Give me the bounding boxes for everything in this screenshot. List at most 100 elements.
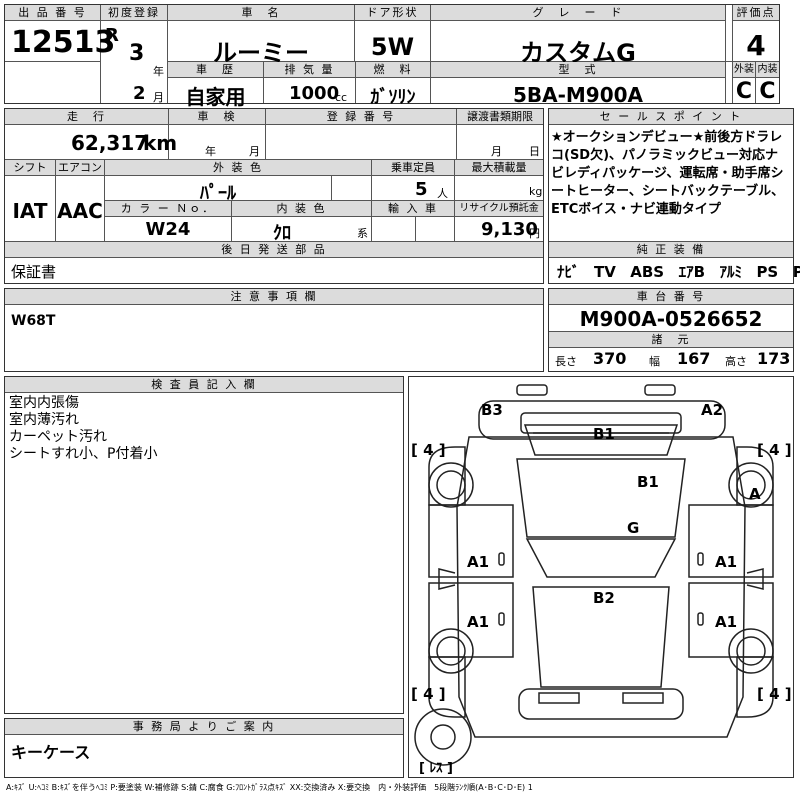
equipment-abs: ABS	[630, 263, 665, 281]
fuel-header: 燃 料	[356, 62, 430, 78]
int-color-header: 内 装 色	[232, 201, 371, 217]
inspection-header: 車 検	[169, 109, 265, 125]
damage-mark-a1-left-rear-door: A1	[467, 613, 490, 631]
max-load-unit: kg	[529, 185, 543, 198]
capacity-header: 乗車定員	[372, 160, 454, 176]
first-reg-header: 初度登録	[101, 5, 167, 21]
notes-text: W68T	[11, 313, 56, 329]
capacity-value: 5	[415, 179, 428, 200]
notes-header: 注 意 事 項 欄	[5, 289, 543, 305]
equipment-alloy: ｱﾙﾐ	[719, 263, 742, 281]
score-header: 評価点	[733, 5, 779, 21]
model-code-header: 型 式	[431, 62, 725, 78]
color-number: W24	[145, 219, 191, 240]
chassis-header: 車 台 番 号	[549, 289, 793, 305]
lot-no-header: 出 品 番 号	[5, 5, 100, 21]
transfer-day-unit: 日	[529, 145, 540, 158]
recycle-fee-unit: 円	[529, 227, 540, 240]
vehicle-history: 自家用	[185, 85, 246, 109]
office-header: 事 務 局 よ り ご 案 内	[5, 719, 403, 735]
door-header: ドア形状	[355, 5, 430, 21]
damage-mark-b1-rear: B1	[593, 425, 615, 443]
interior-color-unit: 系	[357, 227, 368, 240]
inspector-note-2: 室内薄汚れ	[9, 412, 79, 428]
first-reg-era: R	[105, 25, 119, 46]
damage-mark-b3: B3	[481, 401, 503, 419]
equipment-navi: ﾅﾋﾞ	[557, 263, 580, 281]
mileage-header: 走 行	[5, 109, 168, 125]
ac-header: エアコン	[56, 160, 104, 176]
inspector-note-4: シートすれ小、P付着小	[9, 446, 158, 462]
tire-tread-rear-right: [ 4 ]	[757, 685, 792, 703]
max-load-header: 最大積載量	[455, 160, 543, 176]
door-shape: 5W	[370, 33, 415, 61]
height-label: 高さ	[725, 355, 747, 368]
first-reg-month: 2	[133, 83, 146, 104]
tire-tread-rear-left: [ 4 ]	[411, 685, 446, 703]
fuel-type: ｶﾞｿﾘﾝ	[370, 87, 416, 108]
vehicle-header-table: 出 品 番 号 初度登録 車 名 ドア形状 グ レ ー ド 評価点 12513 …	[4, 4, 780, 109]
damage-mark-a1-left-front-door: A1	[467, 553, 490, 571]
exterior-grade-header: 外装	[733, 62, 755, 78]
notes-box: 注 意 事 項 欄 W68T	[4, 288, 544, 372]
tire-tread-front-right: [ 4 ]	[757, 441, 792, 459]
import-header: 輸 入 車	[372, 201, 454, 217]
later-parts-header: 後 日 発 送 部 品	[5, 242, 543, 258]
displacement-unit: cc	[335, 91, 348, 104]
sales-points-box: セ ー ル ス ポ イ ン ト ★オークションデビュー★前後方ドラレコ(SD欠)…	[548, 108, 800, 284]
tire-tread-front-left: [ 4 ]	[411, 441, 446, 459]
damage-mark-a1-right-rear-door: A1	[715, 613, 738, 631]
damage-diagram: [ 4 ] [ 4 ] [ 4 ] [ 4 ] [ ﾚｽ ] B3 A2 B1 …	[408, 376, 794, 778]
chassis-number: M900A-0526652	[579, 307, 763, 331]
registration-header: 登 録 番 号	[266, 109, 456, 125]
capacity-unit: 人	[437, 187, 448, 200]
damage-mark-a-fender: A	[749, 485, 761, 503]
mileage-unit: km	[143, 131, 178, 155]
interior-grade-header: 内装	[756, 62, 779, 78]
grade-header: グ レ ー ド	[431, 5, 725, 21]
first-reg-year: 3	[129, 41, 145, 66]
exterior-grade: C	[735, 79, 753, 104]
color-no-header: カ ラ ー Ｎｏ．	[105, 201, 231, 217]
shift-header: シフト	[5, 160, 55, 176]
recycle-header: リサイクル預託金	[455, 201, 543, 217]
damage-mark-b1-roof: B1	[637, 473, 659, 491]
first-reg-year-unit: 年	[153, 65, 164, 78]
width-value: 167	[677, 349, 711, 368]
length-label: 長さ	[555, 355, 577, 368]
spare-tire-label: [ ﾚｽ ]	[419, 761, 453, 776]
mileage-value: 62,317	[71, 131, 149, 155]
length-value: 370	[593, 349, 627, 368]
width-label: 幅	[649, 355, 660, 368]
car-name-header: 車 名	[168, 5, 354, 21]
transfer-deadline-header: 譲渡書類期限	[457, 109, 543, 125]
lot-number: 12513	[11, 25, 116, 60]
office-box: 事 務 局 よ り ご 案 内 キーケース	[4, 718, 404, 778]
equipment-list: ﾅﾋﾞ TV ABS ｴｱB ｱﾙﾐ PS PW	[557, 261, 800, 282]
evaluation-score: 4	[746, 29, 766, 62]
sales-points-header: セ ー ル ス ポ イ ン ト	[549, 109, 793, 125]
specs-header: 諸 元	[549, 332, 793, 348]
later-parts-value: 保証書	[11, 263, 57, 281]
shift-type: IAT	[12, 199, 48, 223]
damage-mark-b2-hood: B2	[593, 589, 615, 607]
inspection-year-unit: 年	[205, 145, 216, 158]
equipment-header: 純 正 装 備	[549, 242, 793, 258]
vehicle-detail-table: 走 行 車 検 登 録 番 号 譲渡書類期限 62,317 km 年 月 月 日…	[4, 108, 544, 284]
inspector-note-1: 室内内張傷	[9, 395, 79, 411]
inspector-header: 検 査 員 記 入 欄	[5, 377, 403, 393]
office-note: キーケース	[11, 743, 91, 762]
equipment-tv: TV	[593, 263, 616, 281]
equipment-pw: PW	[792, 263, 800, 281]
interior-grade: C	[759, 79, 776, 104]
damage-mark-g-windshield: G	[627, 519, 640, 537]
height-value: 173	[757, 349, 791, 368]
inspection-month-unit: 月	[249, 145, 260, 158]
ac-type: AAC	[57, 199, 103, 223]
inspector-note-3: カーペット汚れ	[9, 429, 107, 445]
displacement-value: 1000	[289, 83, 340, 104]
history-header: 車 歴	[168, 62, 263, 78]
damage-mark-a1-right-front-door: A1	[715, 553, 738, 571]
damage-mark-a2: A2	[701, 401, 724, 419]
damage-legend: A:ｷｽﾞ U:ﾍｺﾐ B:ｷｽﾞを伴うﾍｺﾐ P:要塗装 W:補修跡 S:錆 …	[6, 783, 533, 792]
